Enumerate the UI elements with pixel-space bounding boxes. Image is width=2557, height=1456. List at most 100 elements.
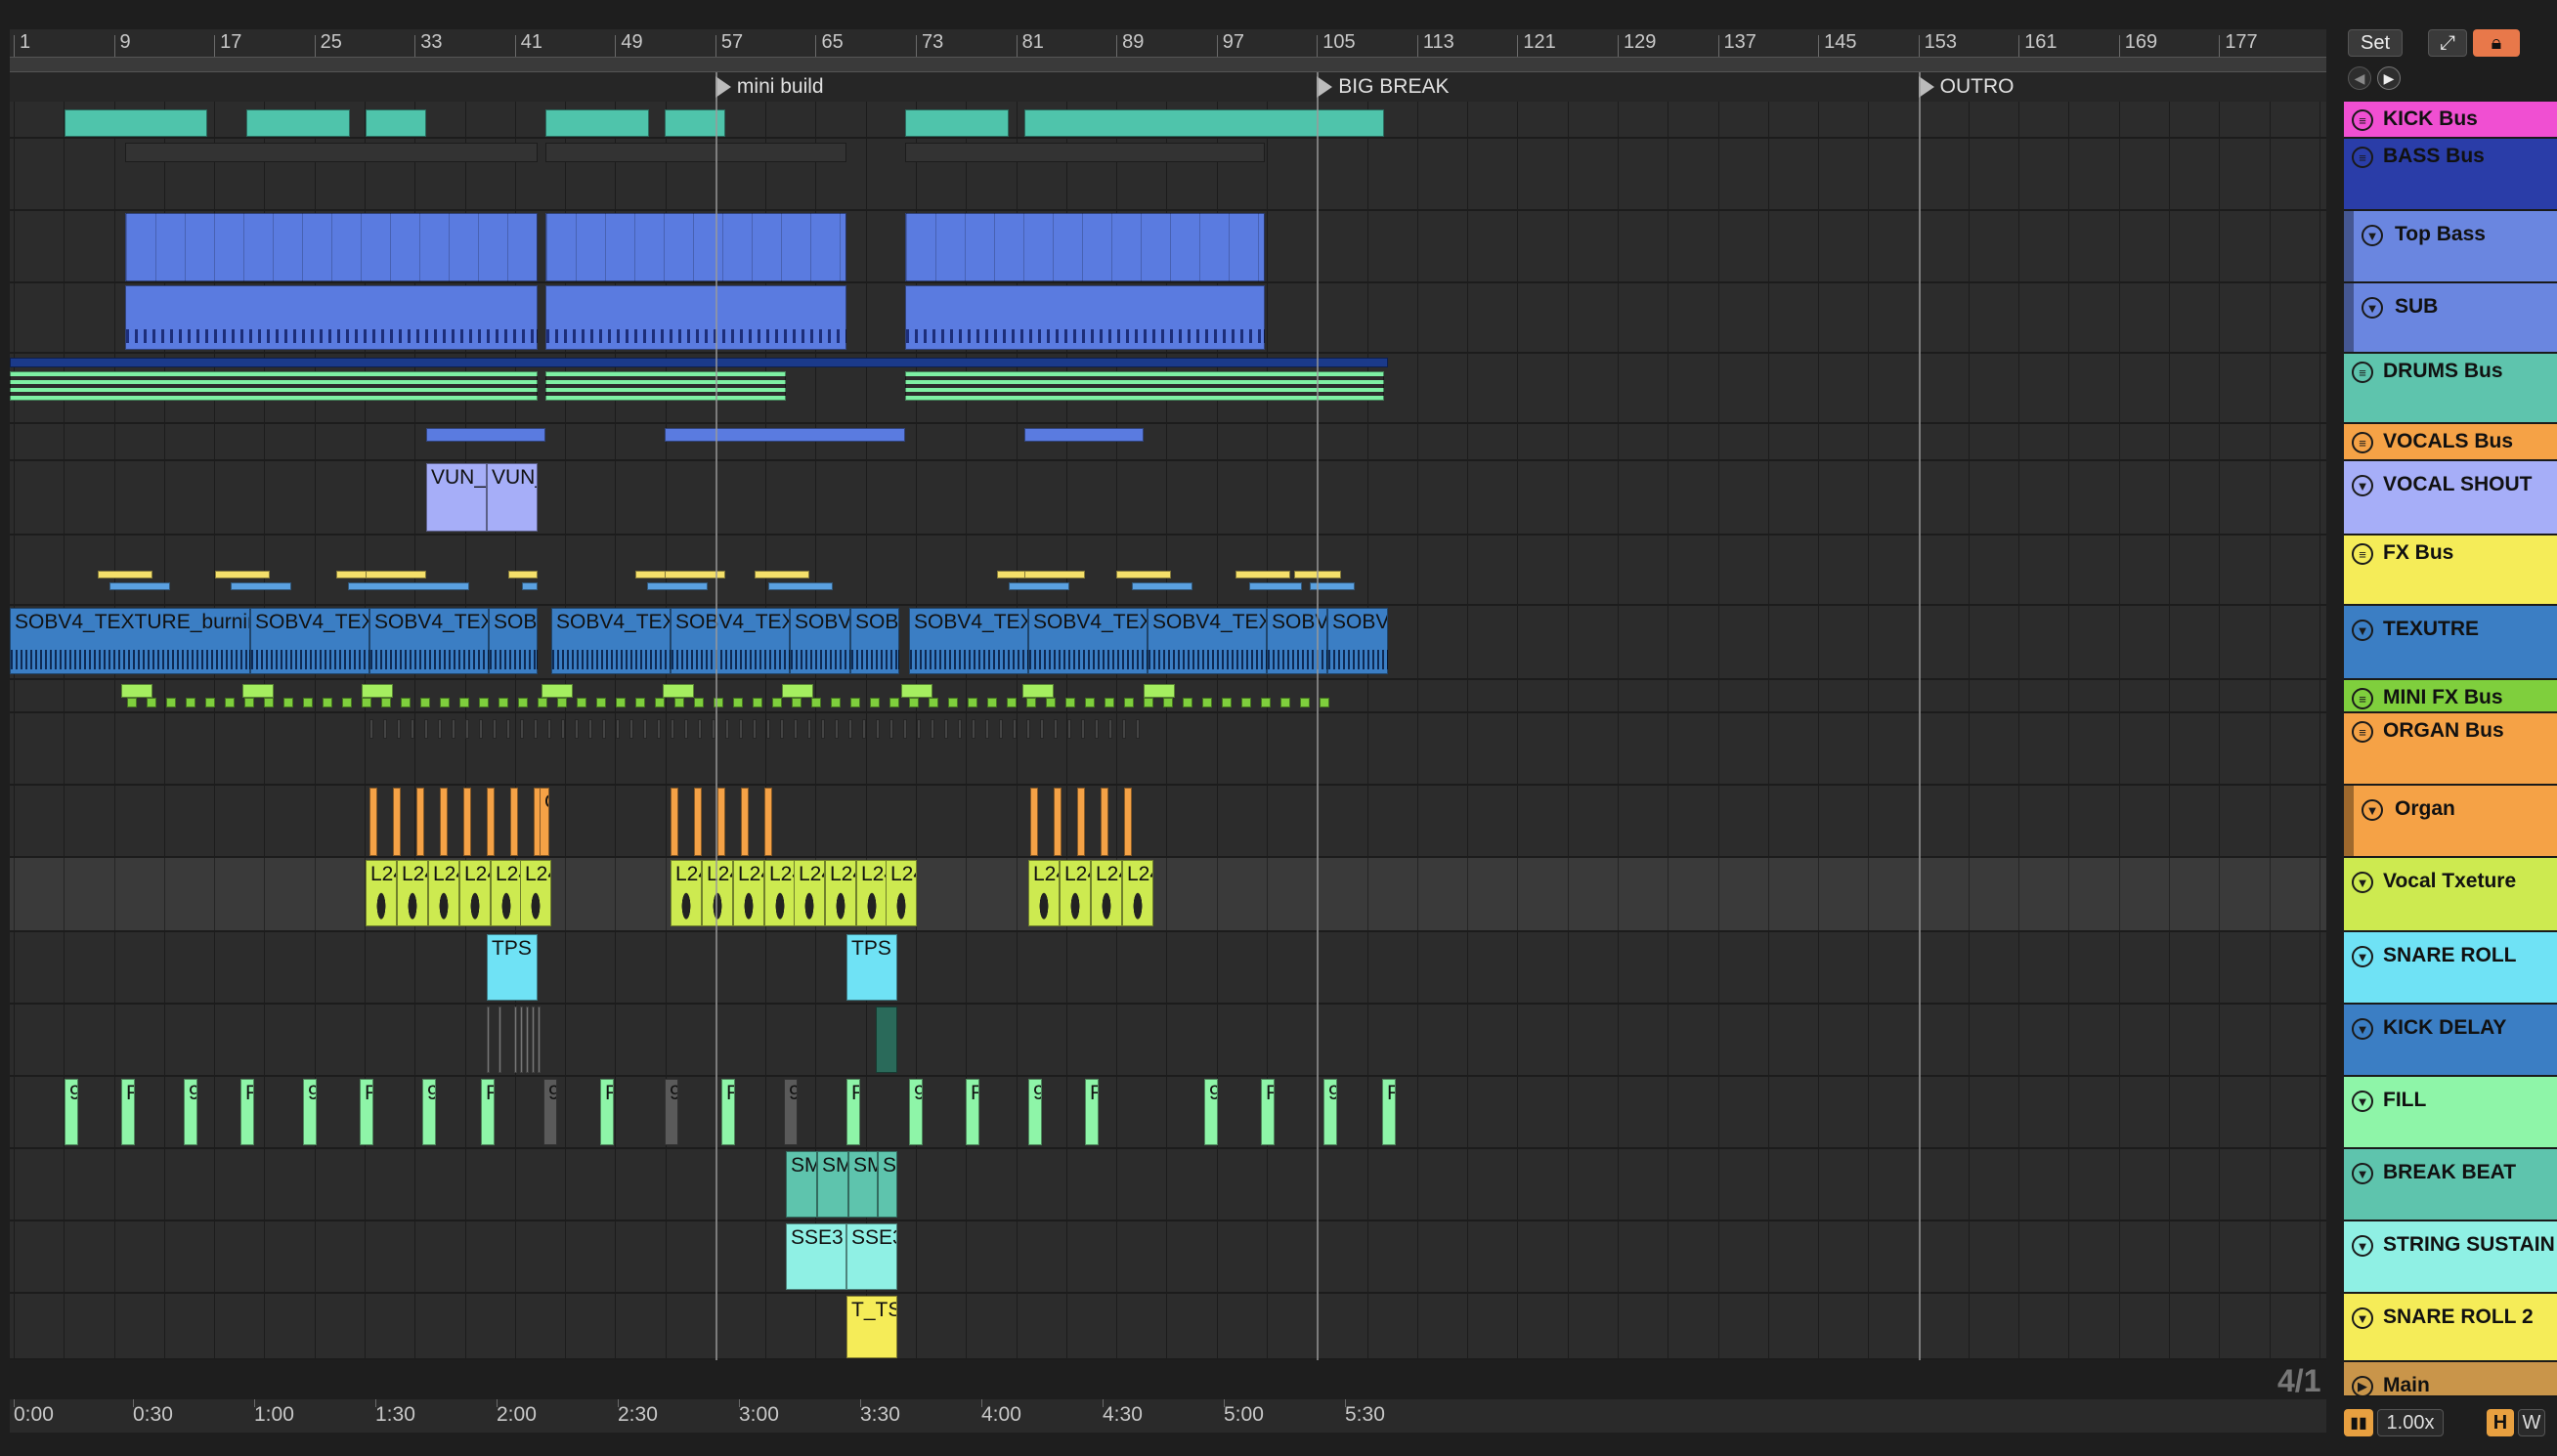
organ-clip[interactable]: [1124, 788, 1132, 856]
fx-clip[interactable]: [98, 571, 152, 578]
organ-bus-clip[interactable]: [1067, 719, 1071, 739]
mini-fx-clip[interactable]: [870, 698, 880, 707]
fx-clip[interactable]: [1249, 582, 1302, 590]
fill-clip[interactable]: F: [846, 1079, 860, 1145]
vocal-txeture-clip[interactable]: L24: [1028, 860, 1060, 926]
mini-fx-clip[interactable]: [987, 698, 997, 707]
string-sustain-clip[interactable]: SSE3 Sus: [846, 1223, 897, 1290]
organ-clip[interactable]: [1054, 788, 1062, 856]
mini-fx-clip[interactable]: [772, 698, 782, 707]
mini-fx-clip[interactable]: [362, 684, 393, 698]
mini-fx-clip[interactable]: [242, 684, 274, 698]
vocal-txeture-clip[interactable]: L24: [520, 860, 551, 926]
fill-clip[interactable]: 90: [65, 1079, 78, 1145]
vocal-txeture-clip[interactable]: L24: [491, 860, 522, 926]
vocal-shout-clip[interactable]: VUN_124: [426, 463, 487, 532]
kick-delay-clip[interactable]: [538, 1006, 541, 1073]
mini-fx-clip[interactable]: [596, 698, 606, 707]
kick-clip[interactable]: [545, 109, 649, 137]
organ-bus-clip[interactable]: [629, 719, 633, 739]
kick-delay-clip[interactable]: [498, 1006, 501, 1073]
fill-clip[interactable]: 90: [909, 1079, 923, 1145]
organ-bus-clip[interactable]: [1040, 719, 1044, 739]
organ-bus-clip[interactable]: [807, 719, 811, 739]
kick-delay-clip[interactable]: [532, 1006, 535, 1073]
mini-fx-clip[interactable]: [303, 698, 313, 707]
organ-bus-clip[interactable]: [794, 719, 798, 739]
vocal-txeture-clip[interactable]: L24: [825, 860, 856, 926]
organ-clip[interactable]: [416, 788, 424, 856]
mini-fx-clip[interactable]: [538, 698, 547, 707]
fill-clip[interactable]: F: [966, 1079, 979, 1145]
organ-clip[interactable]: [671, 788, 678, 856]
track-header[interactable]: ▼ Organ: [2344, 786, 2557, 858]
mini-fx-clip[interactable]: [655, 698, 665, 707]
mini-fx-clip[interactable]: [342, 698, 352, 707]
vocal-txeture-clip[interactable]: L24: [459, 860, 491, 926]
vocal-txeture-clip[interactable]: L24: [671, 860, 702, 926]
vocal-txeture-clip[interactable]: L24: [1060, 860, 1091, 926]
organ-clip[interactable]: [1030, 788, 1038, 856]
organ-bus-clip[interactable]: [753, 719, 757, 739]
track-fold-icon[interactable]: ▼: [2352, 946, 2373, 967]
organ-clip[interactable]: [369, 788, 377, 856]
vocal-txeture-clip[interactable]: L24: [1091, 860, 1122, 926]
fx-clip[interactable]: [1116, 571, 1171, 578]
mini-fx-clip[interactable]: [1105, 698, 1114, 707]
track-header[interactable]: ≡ BASS Bus: [2344, 139, 2557, 211]
mini-fx-clip[interactable]: [121, 684, 152, 698]
mini-fx-clip[interactable]: [225, 698, 235, 707]
kick-clip[interactable]: [366, 109, 426, 137]
fx-clip[interactable]: [348, 582, 469, 590]
texture-clip[interactable]: SOBV4_TEXTURE_bu: [250, 608, 369, 674]
track-fold-icon[interactable]: ▼: [2362, 225, 2383, 246]
track-lane[interactable]: [10, 1005, 2326, 1077]
mini-fx-clip[interactable]: [635, 698, 645, 707]
track-fold-icon[interactable]: ▼: [2352, 1307, 2373, 1329]
kick-delay-clip[interactable]: [876, 1006, 897, 1073]
organ-clip[interactable]: [510, 788, 518, 856]
organ-bus-clip[interactable]: [1122, 719, 1126, 739]
drums-clip[interactable]: [10, 371, 538, 401]
track-fold-icon[interactable]: ▼: [2352, 1018, 2373, 1040]
organ-bus-clip[interactable]: [411, 719, 414, 739]
texture-clip[interactable]: SOBV4_T: [850, 608, 899, 674]
fill-clip[interactable]: F: [600, 1079, 614, 1145]
mini-fx-clip[interactable]: [733, 698, 743, 707]
organ-bus-clip[interactable]: [424, 719, 428, 739]
mini-fx-clip[interactable]: [811, 698, 821, 707]
mini-fx-clip[interactable]: [147, 698, 156, 707]
track-lane[interactable]: [10, 713, 2326, 786]
vocals-bus-clip[interactable]: [1024, 428, 1144, 442]
mini-fx-clip[interactable]: [1222, 698, 1232, 707]
bar-ruler[interactable]: 1 9 17 25 33 41 49 57 65 73 81 89 97 105 113 121 129 137 1…: [10, 29, 2326, 59]
top-bass-clip[interactable]: [905, 213, 1265, 281]
mini-fx-clip[interactable]: [694, 698, 704, 707]
mini-fx-clip[interactable]: [205, 698, 215, 707]
vocals-bus-clip[interactable]: [426, 428, 545, 442]
track-fold-icon[interactable]: ▼: [2352, 1235, 2373, 1257]
mini-fx-clip[interactable]: [1320, 698, 1329, 707]
track-fold-icon[interactable]: ▼: [2352, 872, 2373, 893]
track-header[interactable]: ▼ FILL: [2344, 1077, 2557, 1149]
mini-fx-clip[interactable]: [362, 698, 371, 707]
fx-clip[interactable]: [1132, 582, 1192, 590]
mini-fx-clip[interactable]: [782, 684, 813, 698]
kick-delay-clip[interactable]: [526, 1006, 529, 1073]
mini-fx-clip[interactable]: [909, 698, 919, 707]
organ-bus-clip[interactable]: [985, 719, 989, 739]
break-beat-clip[interactable]: SM_I: [786, 1151, 817, 1218]
texture-clip[interactable]: SOBV4_T: [489, 608, 538, 674]
organ-clip[interactable]: [1101, 788, 1108, 856]
organ-bus-clip[interactable]: [876, 719, 880, 739]
track-header[interactable]: ≡ MINI FX Bus: [2344, 680, 2557, 713]
sub-clip[interactable]: [545, 285, 846, 350]
fill-clip[interactable]: F: [721, 1079, 735, 1145]
track-header[interactable]: ≡ DRUMS Bus: [2344, 354, 2557, 424]
kick-delay-clip[interactable]: [514, 1006, 517, 1073]
organ-clip[interactable]: [440, 788, 448, 856]
group-fold-icon[interactable]: ≡: [2352, 147, 2373, 168]
organ-clip[interactable]: [1077, 788, 1085, 856]
track-header[interactable]: ▼ SNARE ROLL: [2344, 932, 2557, 1005]
texture-clip[interactable]: SOBV4_TEXTURE_bu: [551, 608, 671, 674]
